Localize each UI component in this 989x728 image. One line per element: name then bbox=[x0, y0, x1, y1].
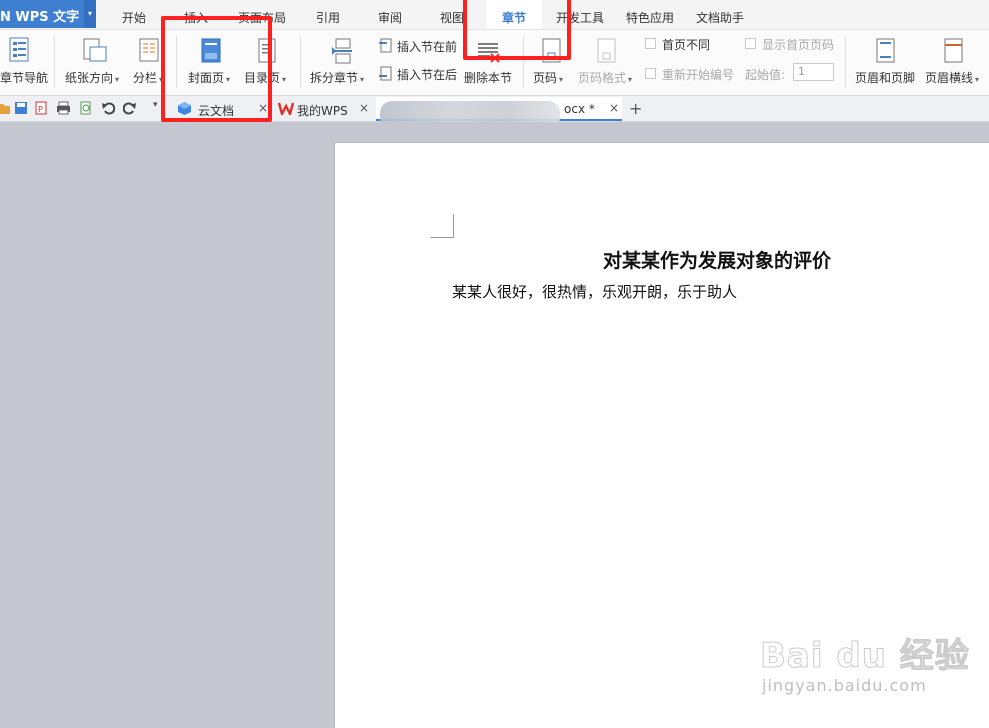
restart-numbering-label: 重新开始编号 bbox=[662, 68, 735, 82]
highlight-box-chapter-tab bbox=[463, 0, 571, 60]
watermark-url: jingyan.baidu.com bbox=[762, 676, 927, 695]
doc-tab-my-wps[interactable]: 我的WPS × bbox=[275, 97, 375, 121]
undo-icon[interactable] bbox=[101, 101, 115, 115]
start-value-input[interactable]: 1 bbox=[793, 63, 834, 81]
dropdown-arrow-icon: ▾ bbox=[559, 75, 564, 84]
insert-before-icon bbox=[379, 38, 392, 53]
restart-numbering-checkbox[interactable] bbox=[645, 68, 656, 79]
page-number-format-button[interactable]: 页码格式 ▾ bbox=[576, 34, 638, 90]
insert-after-icon bbox=[379, 66, 392, 81]
document-title[interactable]: 对某某作为发展对象的评价 bbox=[603, 246, 831, 273]
start-value-label: 起始值: bbox=[745, 68, 786, 82]
dropdown-arrow-icon: ▾ bbox=[115, 75, 120, 84]
highlight-box-cover-toc bbox=[161, 16, 272, 122]
page-margin-marker bbox=[430, 214, 454, 238]
insert-section-before-button[interactable]: 插入节在前 bbox=[378, 36, 460, 56]
paper-direction-button[interactable]: 纸张方向 ▾ bbox=[64, 34, 126, 90]
tab-doc-assistant[interactable]: 文档助手 bbox=[696, 9, 744, 26]
insert-section-after-button[interactable]: 插入节在后 bbox=[378, 64, 460, 84]
tab-references[interactable]: 引用 bbox=[316, 9, 340, 26]
split-section-icon bbox=[332, 38, 352, 64]
split-section-label: 拆分章节 ▾ bbox=[310, 71, 365, 85]
wps-logo-icon bbox=[278, 102, 294, 115]
document-body-text[interactable]: 某某人很好，很热情，乐观开朗，乐于助人 bbox=[452, 281, 737, 302]
columns-icon bbox=[139, 38, 159, 62]
paper-direction-label: 纸张方向 ▾ bbox=[65, 71, 120, 85]
app-menu-button[interactable]: N WPS 文字 ▾ bbox=[0, 0, 96, 28]
chapter-nav-label: 章节导航 bbox=[0, 71, 49, 85]
redo-icon[interactable] bbox=[123, 101, 137, 115]
ribbon-separator bbox=[54, 36, 55, 88]
header-line-button[interactable]: 页眉横线 ▾ bbox=[923, 34, 987, 90]
show-first-page-number-checkbox[interactable] bbox=[745, 38, 756, 49]
delete-section-label: 删除本节 bbox=[464, 71, 513, 85]
split-section-button[interactable]: 拆分章节 ▾ bbox=[308, 34, 372, 90]
page-number-format-label: 页码格式 ▾ bbox=[578, 71, 633, 85]
first-page-different-label: 首页不同 bbox=[662, 38, 711, 52]
app-name: N WPS 文字 bbox=[0, 10, 80, 25]
close-tab-icon[interactable]: × bbox=[609, 101, 619, 115]
page-number-format-icon bbox=[597, 38, 616, 63]
svg-text:P: P bbox=[38, 105, 43, 114]
header-footer-icon bbox=[876, 38, 895, 63]
chapter-nav-icon bbox=[9, 37, 29, 62]
new-tab-icon[interactable]: + bbox=[629, 99, 642, 118]
tab-special[interactable]: 特色应用 bbox=[626, 9, 674, 26]
insert-after-label: 插入节在后 bbox=[397, 68, 458, 82]
show-first-page-number-label: 显示首页页码 bbox=[762, 38, 835, 52]
close-tab-icon[interactable]: × bbox=[359, 101, 369, 115]
columns-button[interactable]: 分栏 ▾ bbox=[130, 34, 164, 90]
header-footer-label: 页眉和页脚 bbox=[855, 71, 916, 85]
first-page-different-checkbox[interactable] bbox=[645, 38, 656, 49]
save-icon[interactable] bbox=[14, 101, 28, 115]
print-icon[interactable] bbox=[56, 101, 71, 115]
chapter-nav-button[interactable]: 章节导航 bbox=[0, 34, 50, 90]
page-number-label: 页码 ▾ bbox=[533, 71, 564, 85]
dropdown-arrow-icon: ▾ bbox=[975, 75, 980, 84]
print-preview-icon[interactable] bbox=[79, 101, 93, 115]
dropdown-arrow-icon: ▾ bbox=[282, 75, 287, 84]
columns-label: 分栏 ▾ bbox=[133, 71, 164, 85]
tab-review[interactable]: 审阅 bbox=[378, 9, 402, 26]
dropdown-arrow-icon: ▾ bbox=[628, 75, 633, 84]
watermark-logo: Bai du 经验 bbox=[760, 636, 970, 677]
ribbon-separator bbox=[845, 36, 846, 88]
doc-tab-my-wps-label: 我的WPS bbox=[297, 104, 348, 118]
ribbon-separator bbox=[300, 36, 301, 88]
export-pdf-icon[interactable]: P bbox=[34, 101, 48, 115]
header-line-label: 页眉横线 ▾ bbox=[925, 71, 980, 85]
header-line-icon bbox=[944, 38, 963, 63]
paper-direction-icon bbox=[83, 38, 107, 62]
app-dropdown-icon[interactable]: ▾ bbox=[84, 0, 96, 28]
tab-view[interactable]: 视图 bbox=[440, 9, 464, 26]
header-footer-button[interactable]: 页眉和页脚 bbox=[853, 34, 917, 90]
doc-tab-active-label: ocx * bbox=[564, 102, 595, 116]
dropdown-arrow-icon: ▾ bbox=[360, 75, 365, 84]
open-folder-icon[interactable] bbox=[0, 101, 10, 115]
tab-home[interactable]: 开始 bbox=[122, 9, 146, 26]
insert-before-label: 插入节在前 bbox=[397, 40, 458, 54]
baidu-jingyan-watermark: Bai du 经验 jingyan.baidu.com bbox=[760, 628, 989, 728]
quick-access-more-icon[interactable]: ▾ bbox=[153, 100, 158, 110]
